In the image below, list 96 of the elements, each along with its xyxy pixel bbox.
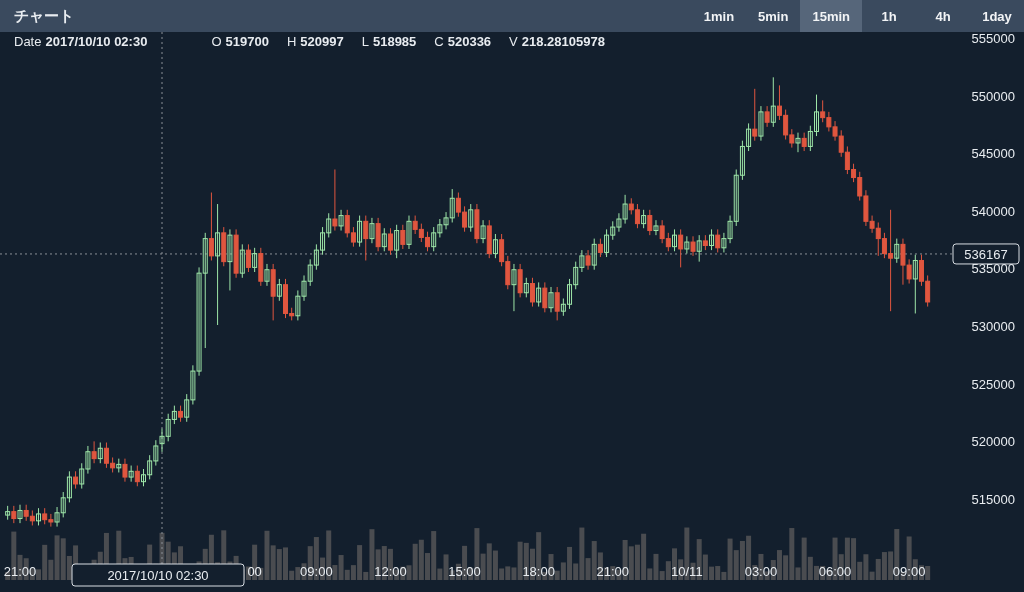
candlestick xyxy=(480,219,486,244)
time-axis-label: 03:00 xyxy=(744,564,778,579)
interval-tab[interactable]: 1min xyxy=(691,0,747,32)
candlestick xyxy=(529,277,535,308)
price-axis-label: 530000 xyxy=(971,319,1015,334)
info-value: 520997 xyxy=(300,34,344,49)
time-axis-label: 12:00 xyxy=(374,564,407,579)
candlestick xyxy=(690,235,696,257)
interval-tab[interactable]: 1h xyxy=(862,0,916,32)
candlestick xyxy=(709,228,715,251)
candlestick xyxy=(585,249,591,271)
info-label: L xyxy=(361,34,369,49)
candlestick xyxy=(97,442,103,464)
info-value: 2017/10/10 02:30 xyxy=(45,34,148,49)
candlestick xyxy=(406,215,412,250)
candlestick xyxy=(227,228,233,291)
time-axis-label: 00 xyxy=(247,564,262,579)
info-label: C xyxy=(434,34,444,49)
candlestick xyxy=(492,233,498,259)
info-label: H xyxy=(286,34,297,49)
price-axis-label: 520000 xyxy=(971,434,1015,450)
candlestick xyxy=(208,192,214,261)
info-label: O xyxy=(211,34,222,49)
candlestick xyxy=(517,263,523,298)
candlestick xyxy=(770,76,776,128)
time-axis-label: 06:00 xyxy=(818,564,852,579)
candlestick xyxy=(511,263,517,312)
current-price-label: 536167 xyxy=(952,243,1020,265)
candlestick xyxy=(548,286,554,313)
candlestick xyxy=(752,88,758,142)
info-value: 519700 xyxy=(225,34,269,49)
candlestick xyxy=(597,238,603,258)
candlestick xyxy=(591,238,597,271)
time-axis-label: 18:00 xyxy=(522,564,555,579)
candlestick xyxy=(245,243,251,273)
candlestick xyxy=(252,247,258,273)
candlestick xyxy=(338,209,344,232)
candlestick xyxy=(394,224,400,259)
candlestick xyxy=(122,458,128,483)
candlestick xyxy=(912,254,918,314)
candlestick xyxy=(764,105,770,128)
price-axis-label: 540000 xyxy=(971,203,1015,219)
price-axis-label: 515000 xyxy=(971,491,1015,507)
candlestick xyxy=(276,278,282,302)
candlestick xyxy=(400,224,406,250)
candlestick xyxy=(134,465,140,487)
price-axis-label: 545000 xyxy=(971,146,1015,162)
time-axis-label: 21:00 xyxy=(3,564,37,579)
candlestick xyxy=(647,209,653,236)
candlestick xyxy=(468,203,474,233)
candlestick xyxy=(523,277,529,298)
interval-tab[interactable]: 5min xyxy=(746,0,801,32)
candlestick xyxy=(332,168,338,232)
price-axis-label: 550000 xyxy=(971,88,1015,104)
candlestick xyxy=(641,209,647,229)
candlestick xyxy=(17,504,23,524)
info-value: 518985 xyxy=(372,34,417,49)
candlestick xyxy=(381,227,387,252)
candlestick xyxy=(554,286,560,321)
candlestick xyxy=(894,238,900,264)
info-label: V xyxy=(509,34,518,49)
time-axis-label: 10/11 xyxy=(671,564,703,579)
candlestick xyxy=(369,217,375,244)
candlestick xyxy=(91,440,97,464)
interval-tab[interactable]: 1day xyxy=(970,0,1024,32)
time-axis-label: 15:00 xyxy=(448,564,481,579)
interval-tab[interactable]: 15min xyxy=(800,0,862,32)
candlestick xyxy=(672,228,677,252)
candlestick xyxy=(715,228,721,253)
candlestick xyxy=(678,228,684,268)
price-axis-label: 555000 xyxy=(971,32,1015,46)
candlestick xyxy=(128,465,134,483)
chart-title: チャート xyxy=(13,6,74,26)
time-axis-label: 09:00 xyxy=(300,564,333,579)
candlestick xyxy=(375,217,381,252)
candlestick xyxy=(542,281,548,313)
candlestick xyxy=(653,219,659,236)
price-axis-label: 525000 xyxy=(971,376,1015,392)
candlestick xyxy=(795,132,801,153)
candlestick xyxy=(696,234,702,263)
candlestick xyxy=(264,263,270,287)
candlestick xyxy=(387,227,393,256)
time-axis-label: 21:00 xyxy=(596,564,630,579)
crosshair-time-label: 2017/10/10 02:30 xyxy=(71,563,245,587)
info-label: Date xyxy=(14,34,42,49)
interval-tab[interactable]: 4h xyxy=(916,0,970,32)
info-value: 218.28105978 xyxy=(521,34,605,49)
candlestick xyxy=(239,243,245,279)
candlestick xyxy=(363,215,369,261)
info-value: 520336 xyxy=(447,34,492,49)
time-axis-label: 09:00 xyxy=(892,564,926,579)
candlestick xyxy=(357,215,363,248)
candlestick xyxy=(215,203,221,326)
candlestick xyxy=(758,105,764,142)
candlestick xyxy=(801,132,807,152)
candlestick xyxy=(536,281,542,308)
